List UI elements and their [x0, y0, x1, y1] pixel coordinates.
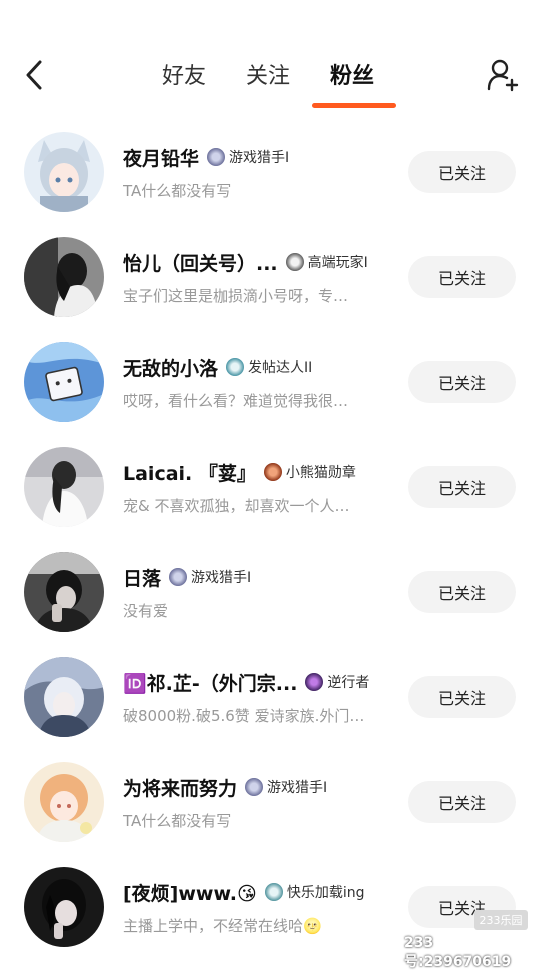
badge-cat-icon — [207, 148, 226, 166]
user-badge: 发帖达人II — [226, 357, 312, 377]
list-item[interactable]: Laicai⁠. 『荽』 小熊猫勋章 宠& 不喜欢孤独，却喜欢一个人… 已关注 — [0, 437, 540, 542]
badge-cat-icon — [169, 568, 188, 586]
user-name[interactable]: [夜烦]www.😘 — [123, 879, 257, 906]
badge-label: 逆行者 — [327, 675, 370, 691]
user-bio: 宝子们这里是枷损滴小号呀，专… — [123, 287, 349, 305]
followed-button[interactable]: 已关注 — [408, 781, 516, 823]
badge-label: 高端玩家I — [307, 255, 368, 271]
tab-friends[interactable]: 好友 — [162, 58, 206, 90]
name-line: Laicai⁠. 『荽』 小熊猫勋章 — [123, 458, 356, 486]
user-name[interactable]: Laicai⁠. 『荽』 — [123, 459, 256, 486]
user-name[interactable]: 怡儿（回关号）... — [123, 249, 278, 276]
name-line: 无敌的小洛 发帖达人II — [123, 353, 312, 381]
tab-fans[interactable]: 粉丝 — [330, 58, 374, 90]
list-item[interactable]: 🆔祁.芷-⁠（外门宗... 逆行者 破8000粉.破5.6赞 爱诗家族.外门… … — [0, 647, 540, 752]
add-user-icon[interactable] — [486, 56, 520, 94]
watermark-id: 233号:239670619 — [404, 935, 512, 970]
user-bio: 主播上学中，不经常在线哈🌝 — [123, 917, 322, 935]
user-badge: 快乐加载ing — [264, 882, 365, 902]
avatar[interactable] — [24, 132, 104, 212]
user-bio: 没有爱 — [123, 602, 169, 620]
list-item[interactable]: 夜月铅华 游戏猎手I TA什么都没有写 已关注 — [0, 122, 540, 227]
user-name[interactable]: 日落 — [123, 564, 161, 591]
user-badge: 游戏猎手I — [245, 777, 327, 797]
followed-button[interactable]: 已关注 — [408, 361, 516, 403]
user-badge: 小熊猫勋章 — [263, 462, 356, 482]
name-line: 夜月铅华 游戏猎手I — [123, 143, 289, 171]
user-name[interactable]: 无敌的小洛 — [123, 354, 218, 381]
followed-button[interactable]: 已关注 — [408, 151, 516, 193]
user-bio: 宠& 不喜欢孤独，却喜欢一个人… — [123, 497, 350, 515]
user-name[interactable]: 为将来而努力 — [123, 774, 237, 801]
followed-button[interactable]: 已关注 — [408, 571, 516, 613]
badge-label: 游戏猎手I — [229, 150, 290, 166]
followed-button[interactable]: 已关注 — [408, 676, 516, 718]
user-badge: 逆行者 — [305, 672, 369, 692]
badge-rebel-icon — [305, 673, 324, 691]
user-badge: 游戏猎手I — [169, 567, 251, 587]
badge-label: 小熊猫勋章 — [285, 465, 356, 481]
user-badge: 游戏猎手I — [207, 147, 289, 167]
list-item[interactable]: 为将来而努力 游戏猎手I TA什么都没有写 已关注 — [0, 752, 540, 857]
back-arrow-icon[interactable] — [20, 56, 50, 94]
badge-robot-icon — [285, 253, 304, 271]
list-item[interactable]: 怡儿（回关号）... 高端玩家I 宝子们这里是枷损滴小号呀，专… 已关注 — [0, 227, 540, 332]
name-line: 日落 游戏猎手I — [123, 563, 251, 591]
avatar[interactable] — [24, 552, 104, 632]
user-name[interactable]: 夜月铅华 — [123, 144, 199, 171]
badge-label: 游戏猎手I — [191, 570, 252, 586]
badge-post-icon — [226, 358, 245, 376]
user-name[interactable]: 🆔祁.芷-⁠（外门宗... — [123, 669, 297, 696]
user-bio: TA什么都没有写 — [123, 812, 232, 830]
name-line: 🆔祁.芷-⁠（外门宗... 逆行者 — [123, 668, 369, 696]
top-bar: 好友 关注 粉丝 — [0, 0, 540, 112]
badge-cat-icon — [245, 778, 264, 796]
list-item[interactable]: 无敌的小洛 发帖达人II 哎呀，看什么看？难道觉得我很… 已关注 — [0, 332, 540, 437]
name-line: 为将来而努力 游戏猎手I — [123, 773, 327, 801]
avatar[interactable] — [24, 342, 104, 422]
avatar[interactable] — [24, 657, 104, 737]
user-bio: 哎呀，看什么看？难道觉得我很… — [123, 392, 349, 410]
followed-button[interactable]: 已关注 — [408, 466, 516, 508]
active-tab-indicator — [312, 103, 396, 108]
badge-label: 游戏猎手I — [267, 780, 328, 796]
user-bio: TA什么都没有写 — [123, 182, 232, 200]
avatar[interactable] — [24, 867, 104, 947]
badge-happy-icon — [264, 883, 283, 901]
user-badge: 高端玩家I — [285, 252, 368, 272]
badge-label: 快乐加载ing — [286, 885, 365, 901]
badge-panda-icon — [263, 463, 282, 481]
list-item[interactable]: 日落 游戏猎手I 没有爱 已关注 — [0, 542, 540, 647]
tab-following[interactable]: 关注 — [246, 58, 290, 90]
avatar[interactable] — [24, 237, 104, 317]
name-line: 怡儿（回关号）... 高端玩家I — [123, 248, 368, 276]
watermark-logo: 233乐园 — [474, 910, 528, 930]
avatar[interactable] — [24, 762, 104, 842]
user-bio: 破8000粉.破5.6赞 爱诗家族.外门… — [123, 707, 365, 725]
name-line: [夜烦]www.😘 快乐加载ing — [123, 878, 365, 906]
avatar[interactable] — [24, 447, 104, 527]
followed-button[interactable]: 已关注 — [408, 256, 516, 298]
badge-label: 发帖达人II — [248, 360, 313, 376]
